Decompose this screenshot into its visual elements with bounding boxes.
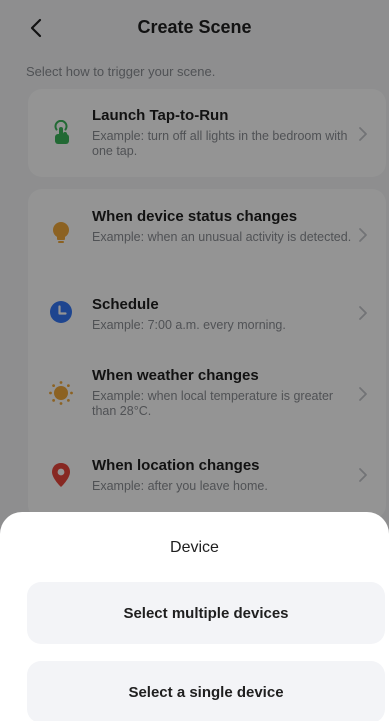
device-bottom-sheet: Device Select multiple devices Select a … — [0, 512, 389, 721]
sheet-title: Device — [170, 539, 219, 556]
select-single-device-button[interactable]: Select a single device — [27, 661, 385, 721]
select-multiple-devices-button[interactable]: Select multiple devices — [27, 582, 385, 644]
